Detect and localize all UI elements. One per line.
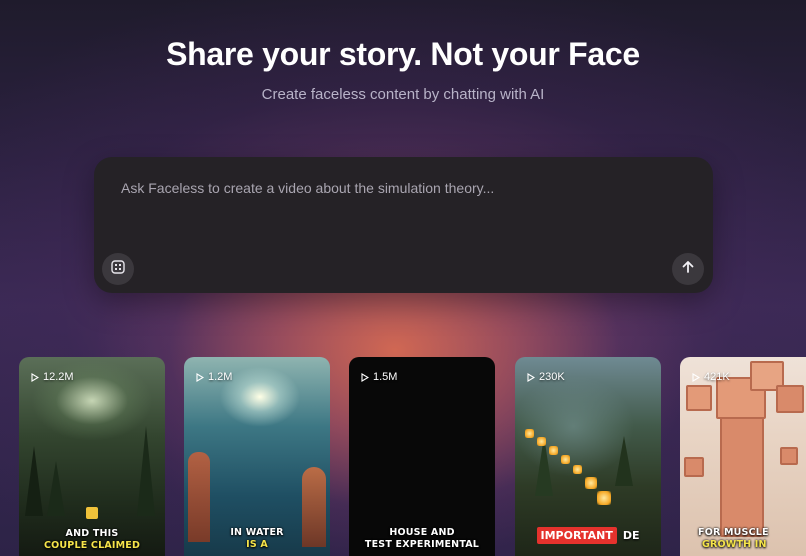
grid-icon [111, 259, 125, 279]
view-count-value: 1.5M [373, 371, 398, 383]
view-count: 12.2M [31, 371, 74, 383]
caption-line-2: IS A [246, 539, 268, 550]
view-count-value: 12.2M [43, 371, 74, 383]
prompt-input[interactable] [121, 177, 661, 199]
view-count: 1.2M [196, 371, 232, 383]
caption-line-2: GROWTH IN [702, 539, 767, 550]
play-icon [196, 372, 204, 382]
video-card-4[interactable]: 230K IMPORTANT DE [515, 357, 661, 556]
caption-line-1: AND THIS [65, 528, 119, 539]
sticker-icon [86, 507, 98, 519]
caption-line-1: IN WATER [230, 527, 284, 538]
caption-line-2: COUPLE CLAIMED [43, 540, 141, 551]
caption-row: IMPORTANT DE [515, 527, 661, 544]
view-count: 1.5M [361, 371, 397, 383]
play-icon [527, 372, 535, 382]
caption-tail: DE [622, 529, 640, 542]
play-icon [692, 372, 700, 382]
hero-subtitle: Create faceless content by chatting with… [261, 86, 545, 103]
view-count-value: 421K [704, 371, 730, 383]
prompt-box [94, 157, 713, 293]
video-card-5[interactable]: 421K FOR MUSCLE GROWTH IN [680, 357, 806, 556]
view-count: 421K [692, 371, 730, 383]
video-card-2[interactable]: 1.2M IN WATER IS A [184, 357, 330, 556]
play-icon [361, 372, 369, 382]
view-count: 230K [527, 371, 565, 383]
view-count-value: 1.2M [208, 371, 233, 383]
video-card-1[interactable]: 12.2M AND THIS COUPLE CLAIMED [19, 357, 165, 556]
hero-title: Share your story. Not your Face [166, 36, 640, 72]
caption-highlight: IMPORTANT [536, 527, 617, 544]
caption-line-1: FOR MUSCLE [698, 527, 769, 538]
play-icon [31, 372, 39, 382]
arrow-up-icon [681, 260, 695, 279]
video-card-3[interactable]: 1.5M HOUSE AND TEST EXPERIMENTAL [349, 357, 495, 556]
attach-button[interactable] [102, 253, 134, 285]
caption-line-1: HOUSE AND [389, 527, 455, 538]
caption-line-2: TEST EXPERIMENTAL [364, 539, 480, 550]
view-count-value: 230K [539, 371, 565, 383]
send-button[interactable] [672, 253, 704, 285]
